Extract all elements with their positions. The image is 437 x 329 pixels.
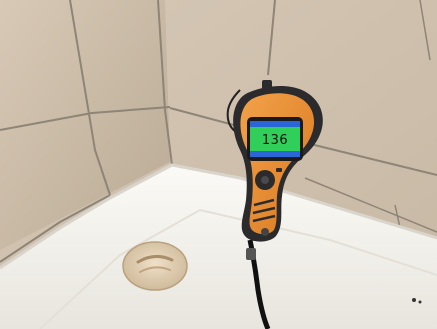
meter-reading: 136 — [261, 132, 289, 148]
drain-cap — [122, 241, 188, 291]
photo-illustration — [0, 0, 437, 329]
photo-scene: 136 — [0, 0, 437, 329]
